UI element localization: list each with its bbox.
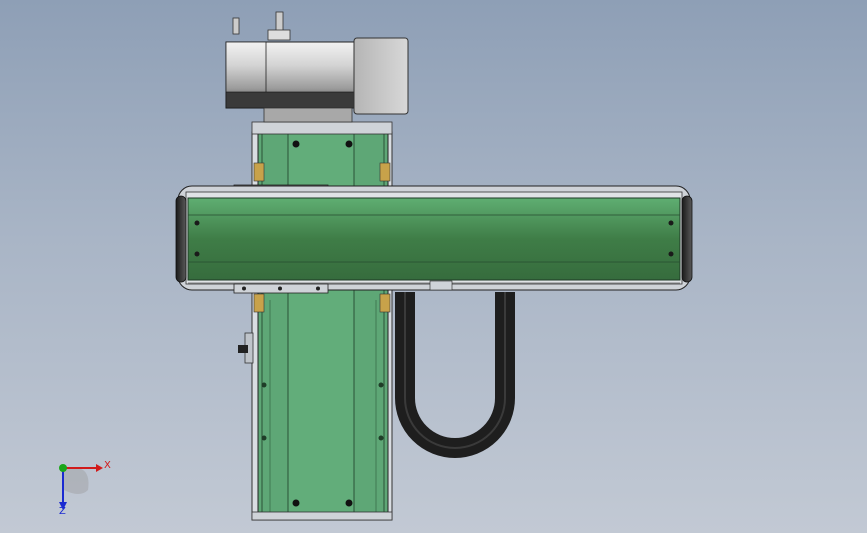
z-axis-label: Z bbox=[59, 506, 66, 517]
cad-model: X Z bbox=[59, 11, 693, 521]
axis-triad: X Z bbox=[59, 460, 111, 517]
cad-viewport[interactable]: X Z bbox=[0, 0, 867, 533]
vertical-axis bbox=[238, 121, 393, 521]
x-axis-arrowhead bbox=[96, 464, 103, 472]
x-axis-label: X bbox=[104, 460, 111, 471]
carriage-clamp-bottom bbox=[233, 283, 329, 294]
y-axis-dot bbox=[59, 464, 67, 472]
triad-plane bbox=[64, 467, 89, 494]
cable-chain bbox=[395, 280, 515, 458]
horizontal-axis bbox=[175, 185, 693, 291]
servo-motor bbox=[225, 11, 409, 123]
